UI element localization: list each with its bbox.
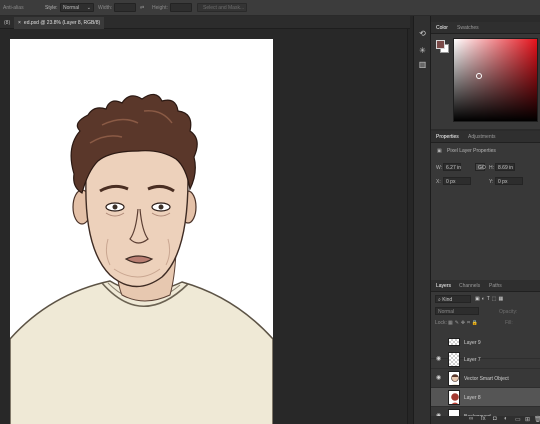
foreground-swatch[interactable] <box>436 40 445 49</box>
height-label: Height: <box>152 5 168 11</box>
tab-paths[interactable]: Paths <box>489 283 502 289</box>
swap-icon[interactable]: ⇄ <box>140 5 144 11</box>
eye-icon[interactable]: ◉ <box>436 375 442 381</box>
tab-adjustments[interactable]: Adjustments <box>468 134 496 140</box>
lock-label: Lock: <box>435 320 447 326</box>
style-label: Style: <box>45 5 58 11</box>
tab-color[interactable]: Color <box>436 25 448 31</box>
link-layers-icon[interactable]: ∞ <box>469 416 473 422</box>
layers-panel: ⌕ Kind ▣◐T⬚▦ Normal Opacity: Lock: ▦✎✥⌗🔒… <box>431 292 540 424</box>
y-label: Y: <box>489 179 494 185</box>
asterisk-brush-icon[interactable]: ✳ <box>417 45 428 56</box>
style-select[interactable]: Normal ⌄ <box>60 3 94 12</box>
y-field[interactable]: 0 px <box>495 177 523 185</box>
blend-mode-select[interactable]: Normal <box>435 307 479 315</box>
document-canvas[interactable] <box>10 39 273 424</box>
h-field[interactable]: 8.69 in <box>495 163 515 171</box>
shirt <box>10 280 273 424</box>
properties-panel: ▣ Pixel Layer Properties W: 6.27 in GO H… <box>431 143 540 280</box>
chevron-down-icon: ⌄ <box>86 5 91 11</box>
style-value: Normal <box>63 5 80 11</box>
w-field[interactable]: 6.27 in <box>443 163 461 171</box>
trash-icon[interactable]: 🗑 <box>534 416 540 423</box>
new-layer-icon[interactable]: ⊞ <box>525 416 530 423</box>
add-mask-icon[interactable]: ◘ <box>493 416 497 422</box>
layer-row-layer-7[interactable]: ◉ Layer 7 <box>431 350 540 369</box>
layer-row-layer-8[interactable]: Layer 8 <box>431 388 540 407</box>
link-dimensions-button[interactable]: GO <box>475 163 486 171</box>
options-bar: Anti-alias Style: Normal ⌄ Width: ⇄ Heig… <box>0 0 540 16</box>
layer-thumbnail <box>448 338 460 346</box>
anti-alias-checkbox[interactable]: Anti-alias <box>3 5 24 11</box>
select-and-mask-button[interactable]: Select and Mask... <box>197 3 247 12</box>
document-tab-bar: (8) × ed.psd @ 23.8% (Layer 8, RGB/8) <box>0 16 410 29</box>
tab-label: ed.psd @ 23.8% (Layer 8, RGB/8) <box>23 20 101 26</box>
right-panels: Color Swatches Properties Adjustments ▣ … <box>430 16 540 424</box>
eye-icon[interactable]: ◉ <box>436 356 442 362</box>
opacity-label: Opacity: <box>499 309 518 315</box>
color-panel-header: Color Swatches <box>431 22 540 34</box>
histogram-icon[interactable]: ▥ <box>417 59 428 70</box>
layer-name: Layer 8 <box>464 395 481 401</box>
color-field[interactable] <box>453 38 538 122</box>
layers-bottom-toolbar: ∞ fx ◘ ◐ ▭ ⊞ 🗑 <box>431 416 540 424</box>
layer-name: Layer 7 <box>464 357 481 363</box>
layer-row-vector-smart-object[interactable]: ◉ Vector Smart Object <box>431 369 540 388</box>
h-label: H: <box>489 165 494 171</box>
tab-active-document[interactable]: × ed.psd @ 23.8% (Layer 8, RGB/8) <box>14 17 105 29</box>
properties-panel-header: Properties Adjustments <box>431 131 540 143</box>
width-label: Width: <box>98 5 113 11</box>
w-label: W: <box>436 165 443 171</box>
layers-panel-header: Layers Channels Paths <box>431 280 540 292</box>
tab-layers[interactable]: Layers <box>436 283 451 289</box>
height-field[interactable] <box>170 3 192 12</box>
canvas-area[interactable] <box>0 29 407 424</box>
fill-label: Fill: <box>505 320 513 326</box>
lock-icons[interactable]: ▦✎✥⌗🔒 <box>448 320 480 326</box>
width-field[interactable] <box>114 3 136 12</box>
layer-name: Vector Smart Object <box>464 376 509 382</box>
layer-thumbnail <box>448 352 460 367</box>
history-icon[interactable]: ⟲ <box>417 28 428 39</box>
layer-thumbnail <box>448 390 460 405</box>
filter-kind-value: Kind <box>442 297 453 303</box>
color-panel <box>431 34 540 129</box>
portrait-artwork <box>10 93 273 424</box>
tab-close-icon[interactable]: × <box>18 20 21 26</box>
tab-channels[interactable]: Channels <box>459 283 480 289</box>
new-group-icon[interactable]: ▭ <box>515 416 521 423</box>
color-picker-cursor[interactable] <box>476 73 482 79</box>
tab-swatches[interactable]: Swatches <box>457 25 479 31</box>
fx-icon[interactable]: fx <box>481 416 486 422</box>
pixel-layer-icon: ▣ <box>437 148 442 154</box>
layer-name: Layer 9 <box>464 340 481 346</box>
tab-previous[interactable]: (8) <box>0 17 14 29</box>
tab-properties[interactable]: Properties <box>436 134 459 140</box>
x-field[interactable]: 0 px <box>443 177 471 185</box>
panel-icon-strip: ⟲ ✳ ▥ <box>413 16 430 424</box>
layer-thumbnail <box>448 371 460 386</box>
x-label: X: <box>436 179 441 185</box>
properties-title: Pixel Layer Properties <box>447 148 496 154</box>
adjustment-layer-icon[interactable]: ◐ <box>504 416 508 422</box>
layer-filter-select[interactable]: ⌕ Kind <box>435 295 471 303</box>
layer-filter-icons[interactable]: ▣◐T⬚▦ <box>475 296 505 302</box>
